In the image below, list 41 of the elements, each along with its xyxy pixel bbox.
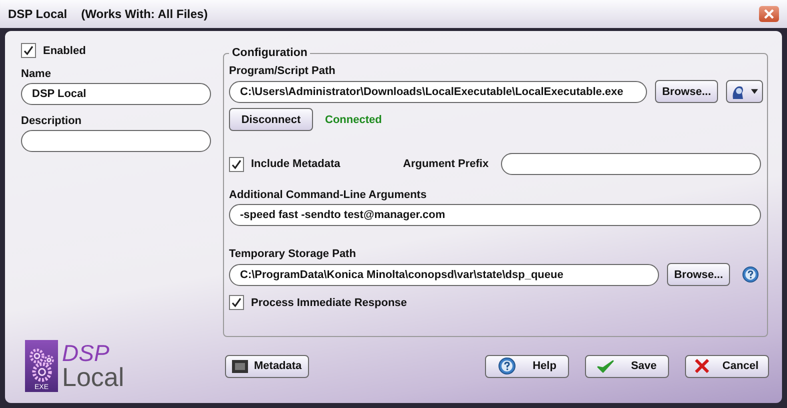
window-title: DSP Local <box>8 7 68 21</box>
caret-icon <box>751 89 758 94</box>
description-field[interactable] <box>21 130 211 152</box>
metadata-button[interactable]: Metadata <box>225 354 309 378</box>
path-field[interactable]: C:\ProgramData\Konica Minolta\conopsd\var\state\dsp_queue <box>229 264 660 286</box>
field-label: Name <box>21 68 52 80</box>
help-icon[interactable] <box>742 266 759 283</box>
disconnect-button[interactable]: Disconnect <box>229 108 313 131</box>
close-icon <box>695 359 710 373</box>
name-field[interactable]: DSP Local <box>21 83 211 105</box>
connection-status: Connected <box>325 114 382 126</box>
checkbox-label: Process Immediate Response <box>251 296 407 308</box>
close-icon <box>764 9 774 19</box>
cancel-button[interactable]: Cancel <box>685 354 769 378</box>
field-label: Additional Command-Line Arguments <box>229 189 428 201</box>
help-button[interactable]: Help <box>485 354 569 378</box>
account-dropdown[interactable] <box>726 80 763 103</box>
checkbox-label: Include Metadata <box>251 158 340 170</box>
arguments-field[interactable]: -speed fast -sendto test@manager.com <box>229 204 761 226</box>
save-button[interactable]: Save <box>585 354 669 378</box>
metadata-icon <box>232 360 248 372</box>
browse-button[interactable]: Browse... <box>655 80 718 103</box>
help-icon <box>498 357 516 375</box>
window-subtitle: (Works With: All Files) <box>81 7 208 21</box>
checkbox[interactable] <box>21 43 36 58</box>
logo-text: DSP <box>62 342 110 365</box>
checkbox[interactable] <box>229 156 244 172</box>
person-icon <box>731 84 745 100</box>
checkbox[interactable] <box>229 295 244 310</box>
checkbox-label: Enabled <box>43 44 86 56</box>
path-field[interactable]: C:\Users\Administrator\Downloads\LocalExecutable\LocalExecutable.exe <box>229 80 648 102</box>
browse-button[interactable]: Browse... <box>667 263 730 286</box>
checkmark-icon <box>597 360 614 372</box>
field-label: Description <box>21 115 83 127</box>
close-button[interactable] <box>759 6 779 22</box>
logo-text: Local <box>62 364 124 390</box>
field-label: Temporary Storage Path <box>229 248 357 260</box>
field-label: Program/Script Path <box>229 65 336 77</box>
argument-prefix-field[interactable] <box>500 153 761 175</box>
field-label: Argument Prefix <box>403 158 489 170</box>
group-title: Configuration <box>231 47 308 59</box>
